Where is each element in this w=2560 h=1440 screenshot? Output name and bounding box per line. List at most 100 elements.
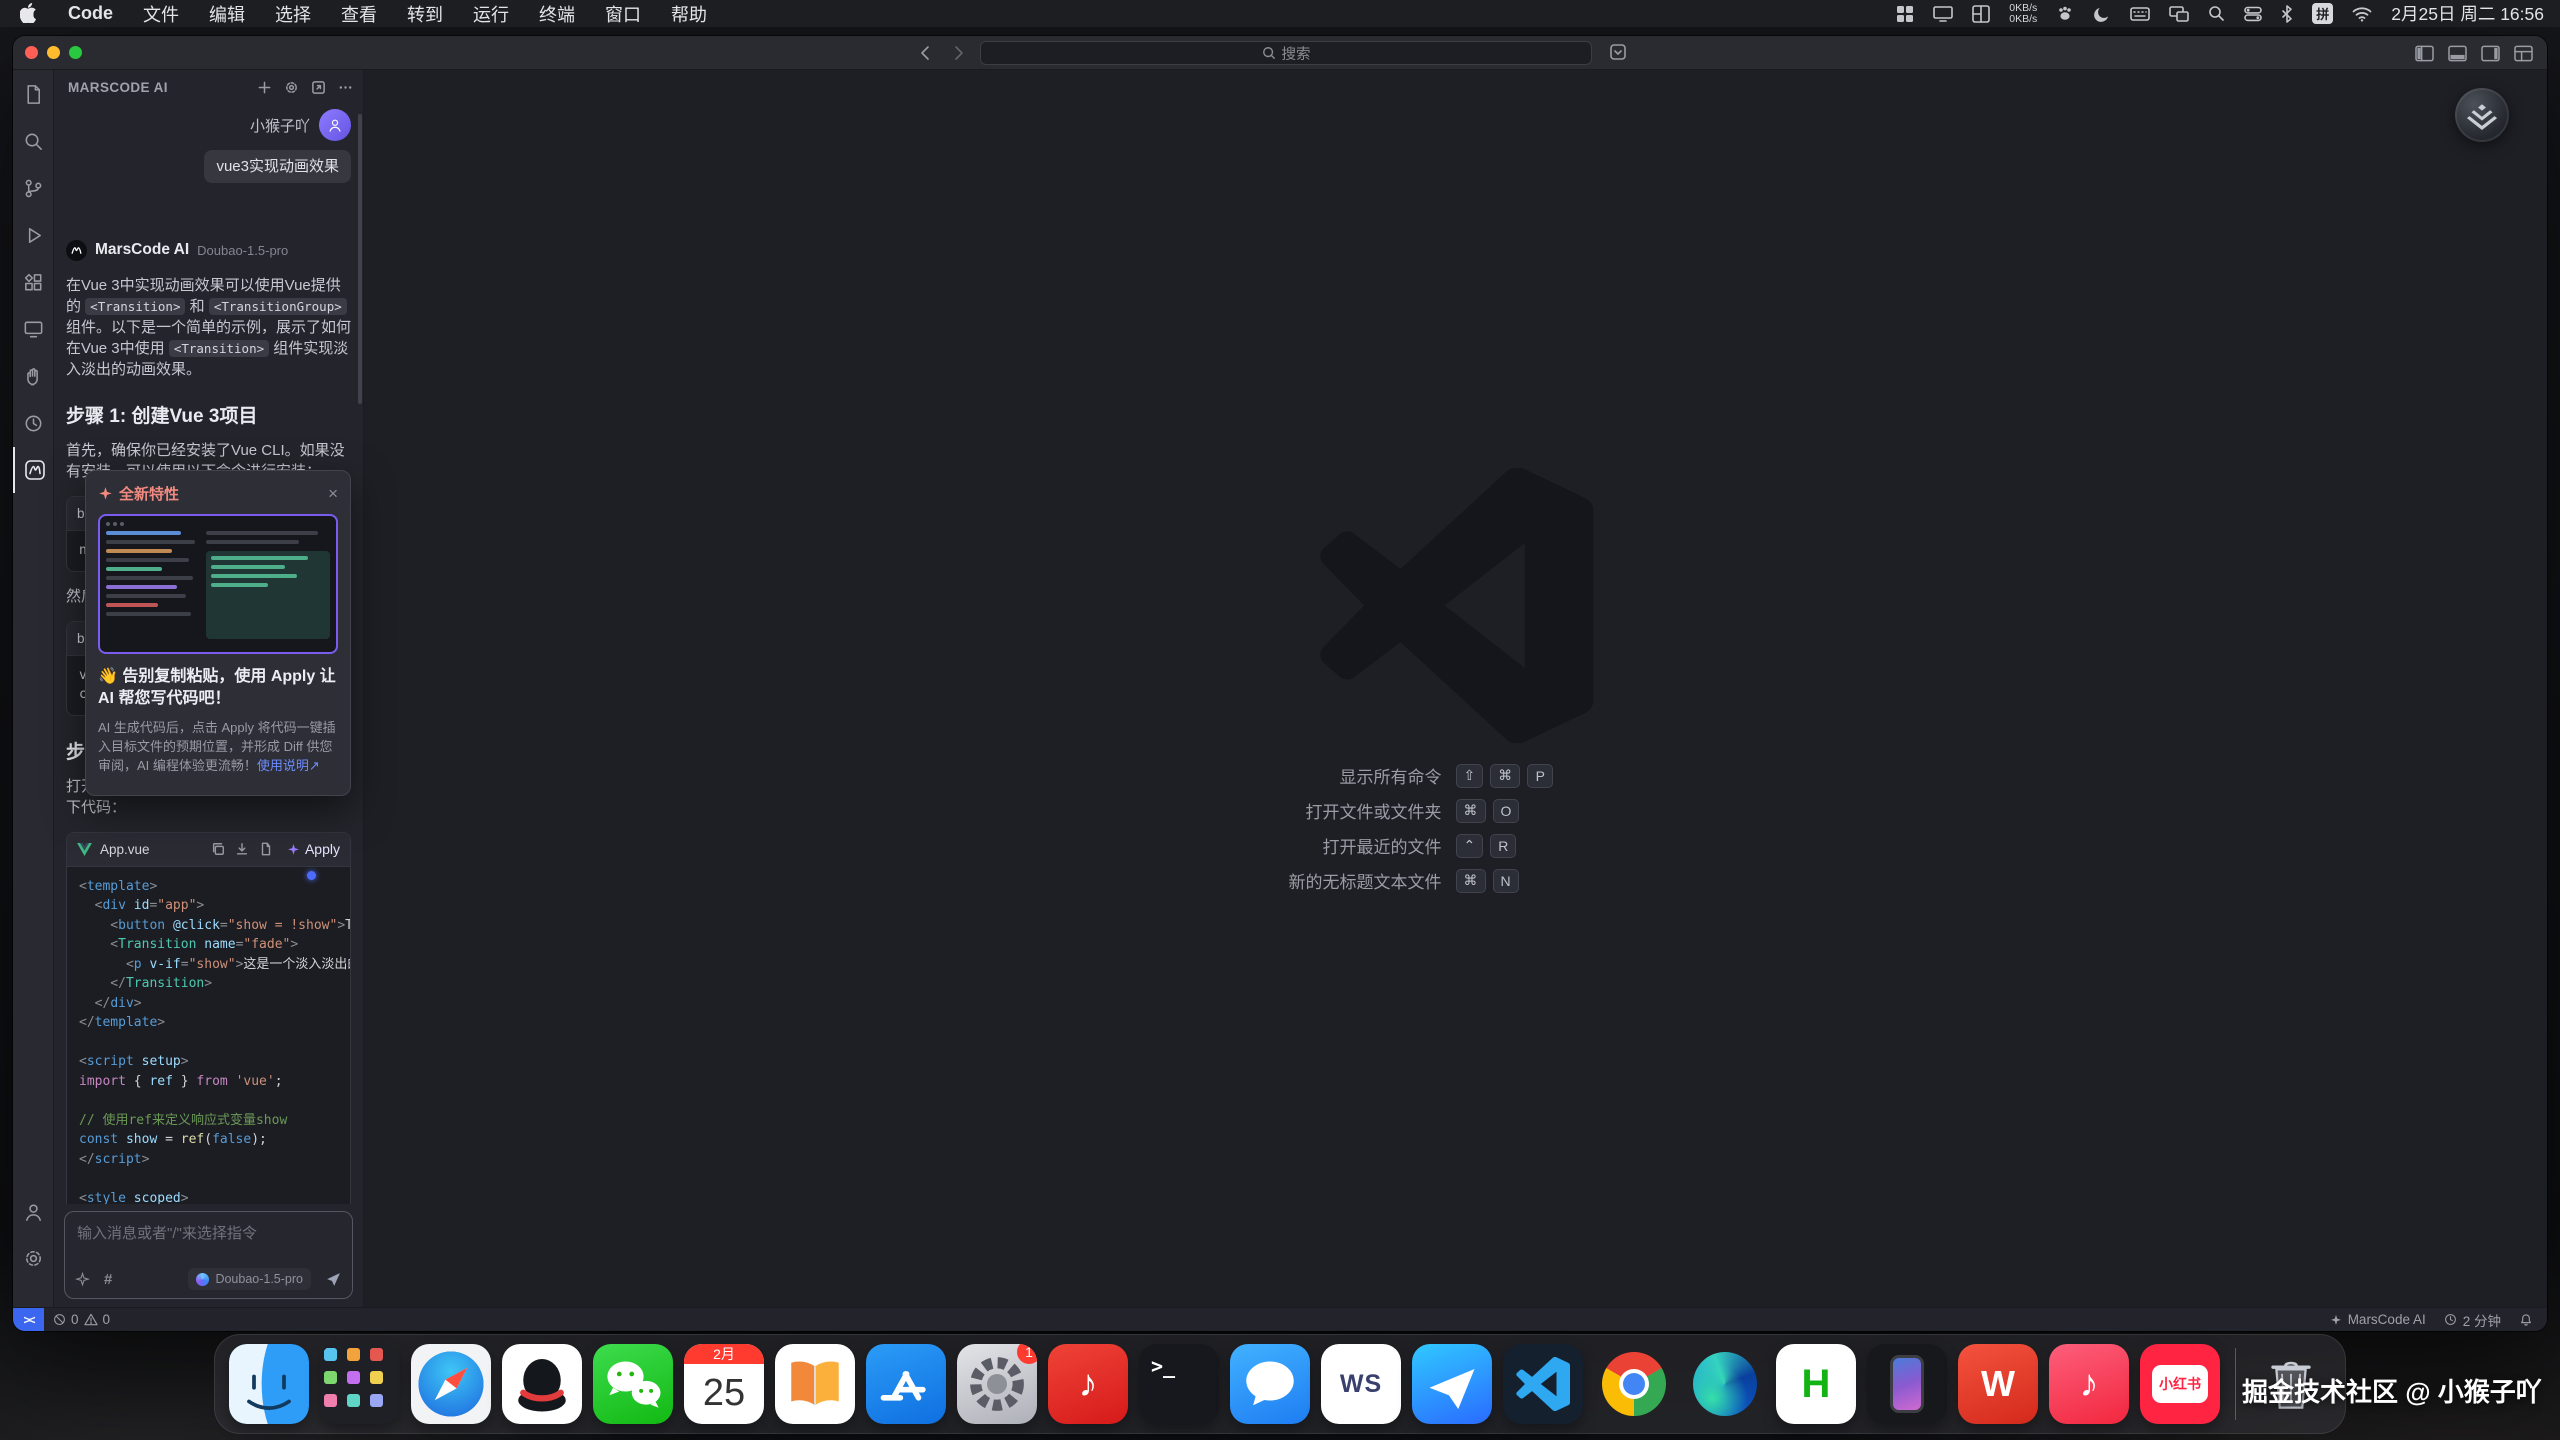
- title-bar[interactable]: 搜索: [13, 36, 2547, 70]
- chat-input-box[interactable]: 输入消息或者"/"来选择指令 # Doubao-1.5-pro: [64, 1211, 353, 1299]
- minimize-window-button[interactable]: [47, 46, 60, 59]
- menu-app-name[interactable]: Code: [68, 3, 113, 24]
- dock-vscode[interactable]: [1503, 1344, 1583, 1424]
- toggle-primary-sidebar-icon[interactable]: [2415, 45, 2434, 62]
- dock-wps[interactable]: WS: [1321, 1344, 1401, 1424]
- dock-hbuilder[interactable]: H: [1776, 1344, 1856, 1424]
- dock-books[interactable]: [775, 1344, 855, 1424]
- session-dropdown-icon[interactable]: [1609, 43, 1627, 61]
- wifi-icon[interactable]: [2352, 6, 2372, 22]
- shortcut-label: 显示所有命令: [1026, 763, 1456, 788]
- new-file-icon[interactable]: [259, 842, 273, 856]
- usage-doc-link[interactable]: 使用说明↗: [257, 758, 320, 773]
- toggle-secondary-sidebar-icon[interactable]: [2481, 45, 2500, 62]
- model-selector[interactable]: Doubao-1.5-pro: [188, 1268, 311, 1290]
- maximize-window-button[interactable]: [69, 46, 82, 59]
- grid-icon[interactable]: [1896, 5, 1914, 23]
- menu-item-8[interactable]: 窗口: [605, 1, 641, 27]
- dock-edge[interactable]: [1685, 1344, 1765, 1424]
- dock-calendar[interactable]: 2月25: [684, 1344, 764, 1424]
- menu-item-3[interactable]: 选择: [275, 1, 311, 27]
- copy-code-icon[interactable]: [211, 842, 225, 856]
- popup-close-icon[interactable]: ×: [328, 485, 338, 502]
- search-view-icon[interactable]: [13, 118, 54, 164]
- control-center-icon[interactable]: [2244, 6, 2262, 22]
- menu-item-2[interactable]: 编辑: [209, 1, 245, 27]
- commands-sparkle-icon[interactable]: [75, 1272, 90, 1287]
- dock-appstore[interactable]: [866, 1344, 946, 1424]
- notifications-bell-icon[interactable]: [2519, 1313, 2533, 1327]
- open-in-editor-icon[interactable]: [311, 80, 326, 95]
- toggle-panel-icon[interactable]: [2448, 45, 2467, 62]
- send-button[interactable]: [325, 1271, 342, 1288]
- close-window-button[interactable]: [25, 46, 38, 59]
- remote-indicator[interactable]: ><: [13, 1308, 44, 1332]
- dock-iphone-mirroring[interactable]: [1867, 1344, 1947, 1424]
- shortcut-keys: ⌘N: [1456, 869, 1886, 893]
- net-speed-indicator[interactable]: 0KB/s 0KB/s: [2009, 3, 2037, 25]
- source-control-icon[interactable]: [13, 165, 54, 211]
- statusbar-timer[interactable]: 2 分钟: [2444, 1310, 2501, 1330]
- chat-settings-icon[interactable]: [284, 80, 299, 95]
- dock-terminal[interactable]: >_: [1139, 1344, 1219, 1424]
- code-body: <template> <div id="app"> <button @click…: [67, 867, 350, 1205]
- settings-gear-icon[interactable]: [13, 1235, 54, 1281]
- more-actions-icon[interactable]: [338, 80, 353, 95]
- statusbar-marscode[interactable]: MarsCode AI: [2330, 1312, 2426, 1327]
- marscode-view-icon[interactable]: [13, 447, 54, 493]
- nav-back-icon[interactable]: [918, 45, 934, 61]
- marscode-status-icon: [2330, 1314, 2342, 1326]
- menu-item-1[interactable]: 文件: [143, 1, 179, 27]
- code-line: [79, 1091, 338, 1111]
- timeline-history-icon[interactable]: [13, 400, 54, 446]
- input-method-icon[interactable]: 拼: [2312, 3, 2333, 24]
- menu-clock[interactable]: 2月25日 周二 16:56: [2391, 1, 2544, 26]
- nav-forward-icon[interactable]: [950, 45, 966, 61]
- dock-wechat[interactable]: [593, 1344, 673, 1424]
- moon-icon[interactable]: [2093, 5, 2111, 23]
- display-icon[interactable]: [1933, 5, 1953, 23]
- hand-view-icon[interactable]: [13, 353, 54, 399]
- run-debug-icon[interactable]: [13, 212, 54, 258]
- insert-code-icon[interactable]: [235, 842, 249, 856]
- paw-icon[interactable]: [2056, 5, 2074, 23]
- spotlight-icon[interactable]: [2208, 5, 2225, 22]
- command-center-search[interactable]: 搜索: [980, 41, 1592, 65]
- dock-safari[interactable]: [411, 1344, 491, 1424]
- screen-mirroring-icon[interactable]: [2169, 6, 2189, 22]
- dock-apple-music[interactable]: ♪: [2049, 1344, 2129, 1424]
- new-chat-icon[interactable]: [257, 80, 272, 95]
- accounts-icon[interactable]: [13, 1189, 54, 1235]
- dock-xiaohongshu[interactable]: 小红书: [2140, 1344, 2220, 1424]
- dock-qq-chat[interactable]: [1230, 1344, 1310, 1424]
- menu-item-9[interactable]: 帮助: [671, 1, 707, 27]
- menu-item-6[interactable]: 运行: [473, 1, 509, 27]
- dock-system-settings[interactable]: 1: [957, 1344, 1037, 1424]
- explorer-icon[interactable]: [13, 71, 54, 117]
- inline-code: <TransitionGroup>: [209, 298, 347, 315]
- menu-item-7[interactable]: 终端: [539, 1, 575, 27]
- feature-badge: 全新特性: [119, 483, 179, 504]
- remote-explorer-icon[interactable]: [13, 306, 54, 352]
- extensions-icon[interactable]: [13, 259, 54, 305]
- apple-menu-icon[interactable]: [20, 3, 38, 24]
- dock-wps-writer[interactable]: W: [1958, 1344, 2038, 1424]
- apply-button[interactable]: Apply: [287, 841, 340, 857]
- bluetooth-icon[interactable]: [2281, 5, 2293, 23]
- customize-layout-icon[interactable]: [2514, 45, 2533, 62]
- menu-item-4[interactable]: 查看: [341, 1, 377, 27]
- dock-feishu[interactable]: [1412, 1344, 1492, 1424]
- keyboard-icon[interactable]: [2130, 6, 2150, 22]
- chat-scrollbar[interactable]: [358, 114, 362, 404]
- dock-chrome[interactable]: [1594, 1344, 1674, 1424]
- juejin-desktop-badge[interactable]: [2455, 88, 2509, 142]
- dock-qq[interactable]: [502, 1344, 582, 1424]
- dock-finder[interactable]: [229, 1344, 309, 1424]
- menu-item-5[interactable]: 转到: [407, 1, 443, 27]
- dock-netease-music[interactable]: ♪: [1048, 1344, 1128, 1424]
- user-avatar[interactable]: [319, 109, 351, 141]
- window-manager-icon[interactable]: [1972, 5, 1990, 23]
- dock-launchpad[interactable]: [320, 1344, 400, 1424]
- context-hash-icon[interactable]: #: [104, 1271, 112, 1288]
- problems-indicator[interactable]: 0 0: [53, 1312, 110, 1327]
